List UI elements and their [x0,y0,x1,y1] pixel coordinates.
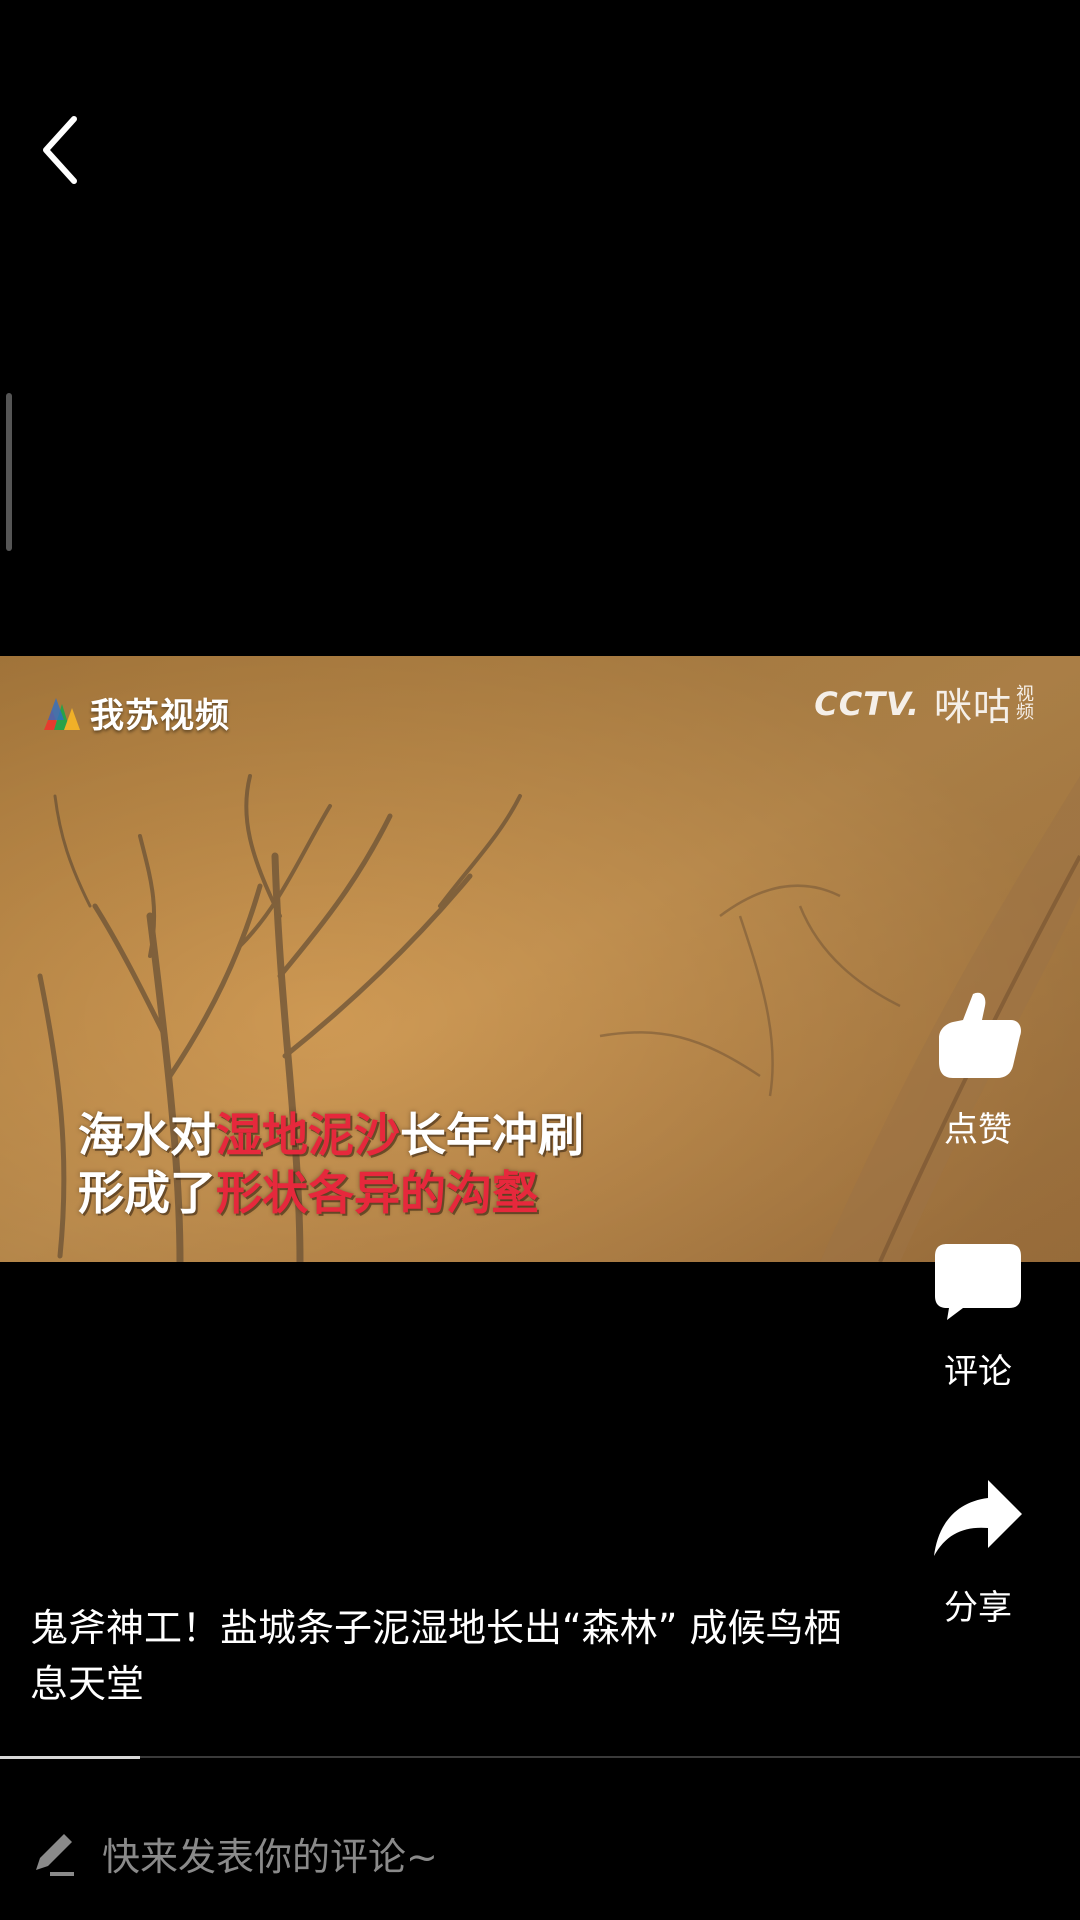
subtitle-segment: 长年冲刷 [400,1108,584,1162]
migu-text: 咪咕 [933,685,1012,729]
brand-left-text: 我苏视频 [90,696,230,736]
like-label: 点赞 [944,1110,1012,1150]
subtitle-segment-highlight: 形状各异的沟壑 [216,1166,538,1220]
thumbs-up-icon [939,992,1021,1078]
ourjiangsu-logo-mark [44,697,80,730]
migu-sub-text: 视频 [1016,683,1034,723]
back-icon [43,116,77,184]
comment-label: 评论 [944,1352,1012,1392]
share-button[interactable]: 分享 [928,1478,1028,1629]
subtitle-segment: 形成了 [78,1166,216,1220]
video-caption: 鬼斧神工！盐城条子泥湿地长出“森林” 成候鸟栖息天堂 [30,1606,842,1706]
video-progress-bar[interactable] [0,1756,1080,1759]
comment-bubble-icon [935,1244,1021,1320]
ourjiangsu-logo: 我苏视频 [38,688,230,737]
scroll-indicator[interactable] [6,393,12,551]
like-button[interactable]: 点赞 [928,988,1028,1151]
share-label: 分享 [944,1588,1012,1628]
cctv-text: CCTV. [814,684,920,723]
comment-button[interactable]: 评论 [928,1240,1028,1393]
video-player-screen: 我苏视频 CCTV. 咪咕 视频 海水对湿地泥沙长年冲刷 形成了形状各异的沟壑 … [0,0,1080,1920]
video-frame[interactable]: 我苏视频 CCTV. 咪咕 视频 海水对湿地泥沙长年冲刷 形成了形状各异的沟壑 [0,656,1080,1262]
comment-placeholder: 快来发表你的评论~ [102,1835,438,1879]
comment-input[interactable]: 快来发表你的评论~ [30,1826,438,1881]
cctv-migu-watermark: CCTV. 咪咕 视频 [814,676,1038,731]
share-arrow-icon [934,1480,1022,1556]
subtitle-line-1: 海水对湿地泥沙长年冲刷 [78,1106,584,1164]
subtitle-segment-highlight: 湿地泥沙 [216,1108,400,1162]
subtitle-line-2: 形成了形状各异的沟壑 [78,1164,584,1222]
pencil-icon [36,1833,74,1876]
video-progress-fill [0,1756,141,1759]
back-button[interactable] [40,115,100,195]
subtitle-segment: 海水对 [78,1108,216,1162]
video-subtitle: 海水对湿地泥沙长年冲刷 形成了形状各异的沟壑 [78,1106,584,1222]
